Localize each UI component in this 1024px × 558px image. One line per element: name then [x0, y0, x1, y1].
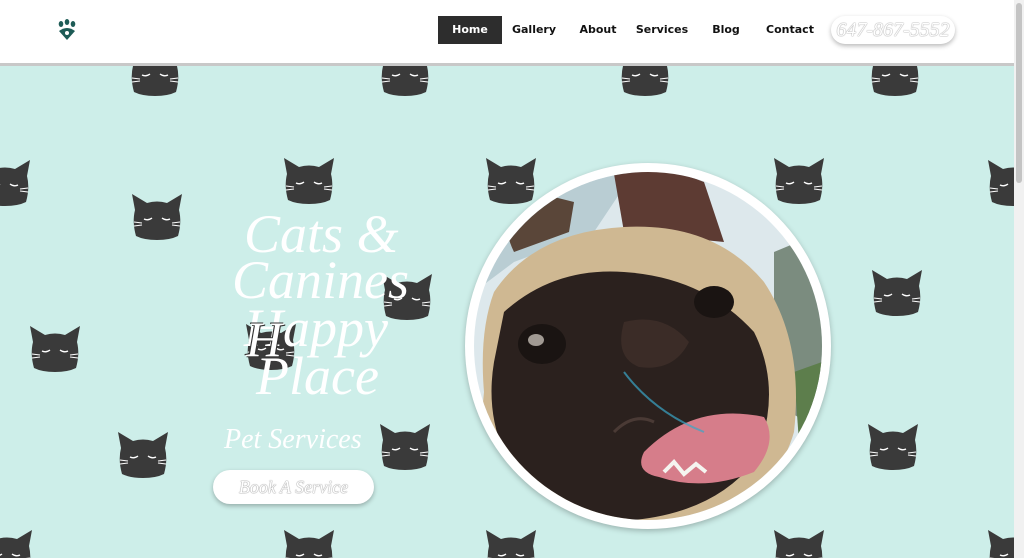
- scrollbar-thumb[interactable]: [1016, 3, 1022, 183]
- nav-about[interactable]: About: [566, 16, 630, 44]
- cat-face-icon: [987, 529, 1014, 558]
- cat-face-icon: [0, 159, 31, 206]
- cat-face-icon: [987, 159, 1014, 206]
- cat-face-icon: [871, 269, 923, 316]
- scrollbar[interactable]: [1014, 0, 1024, 558]
- hero-section: Cats & Canines Happy Place H Pet Service…: [0, 66, 1014, 558]
- cat-face-icon: [131, 193, 183, 240]
- site-header: Home Gallery About Services Blog Contact…: [0, 0, 1014, 66]
- hero-subtitle: Pet Services: [224, 424, 362, 455]
- hero-photo-frame: [465, 163, 831, 529]
- nav-blog[interactable]: Blog: [694, 16, 758, 44]
- phone-button[interactable]: 647-867-5552: [831, 16, 955, 44]
- nav-gallery[interactable]: Gallery: [502, 16, 566, 44]
- cat-face-icon: [485, 157, 537, 204]
- cat-face-icon: [117, 431, 169, 478]
- hero-overlay-letter: H: [246, 311, 283, 367]
- book-service-button[interactable]: Book A Service: [213, 470, 374, 504]
- cat-face-icon: [773, 529, 825, 558]
- main-nav: Home Gallery About Services Blog Contact: [438, 16, 822, 44]
- cat-face-icon: [485, 529, 537, 558]
- paw-print-icon[interactable]: [55, 18, 79, 42]
- cat-face-icon: [129, 66, 181, 96]
- cat-face-icon: [283, 529, 335, 558]
- french-bulldog-photo: [474, 172, 822, 520]
- cat-face-icon: [29, 325, 81, 372]
- nav-contact[interactable]: Contact: [758, 16, 822, 44]
- nav-services[interactable]: Services: [630, 16, 694, 44]
- cat-face-icon: [619, 66, 671, 96]
- cat-face-icon: [773, 157, 825, 204]
- cat-face-icon: [379, 423, 431, 470]
- cat-face-icon: [0, 529, 33, 558]
- cat-face-icon: [283, 157, 335, 204]
- nav-home[interactable]: Home: [438, 16, 502, 44]
- cat-face-icon: [867, 423, 919, 470]
- cat-face-icon: [379, 66, 431, 96]
- cat-face-icon: [869, 66, 921, 96]
